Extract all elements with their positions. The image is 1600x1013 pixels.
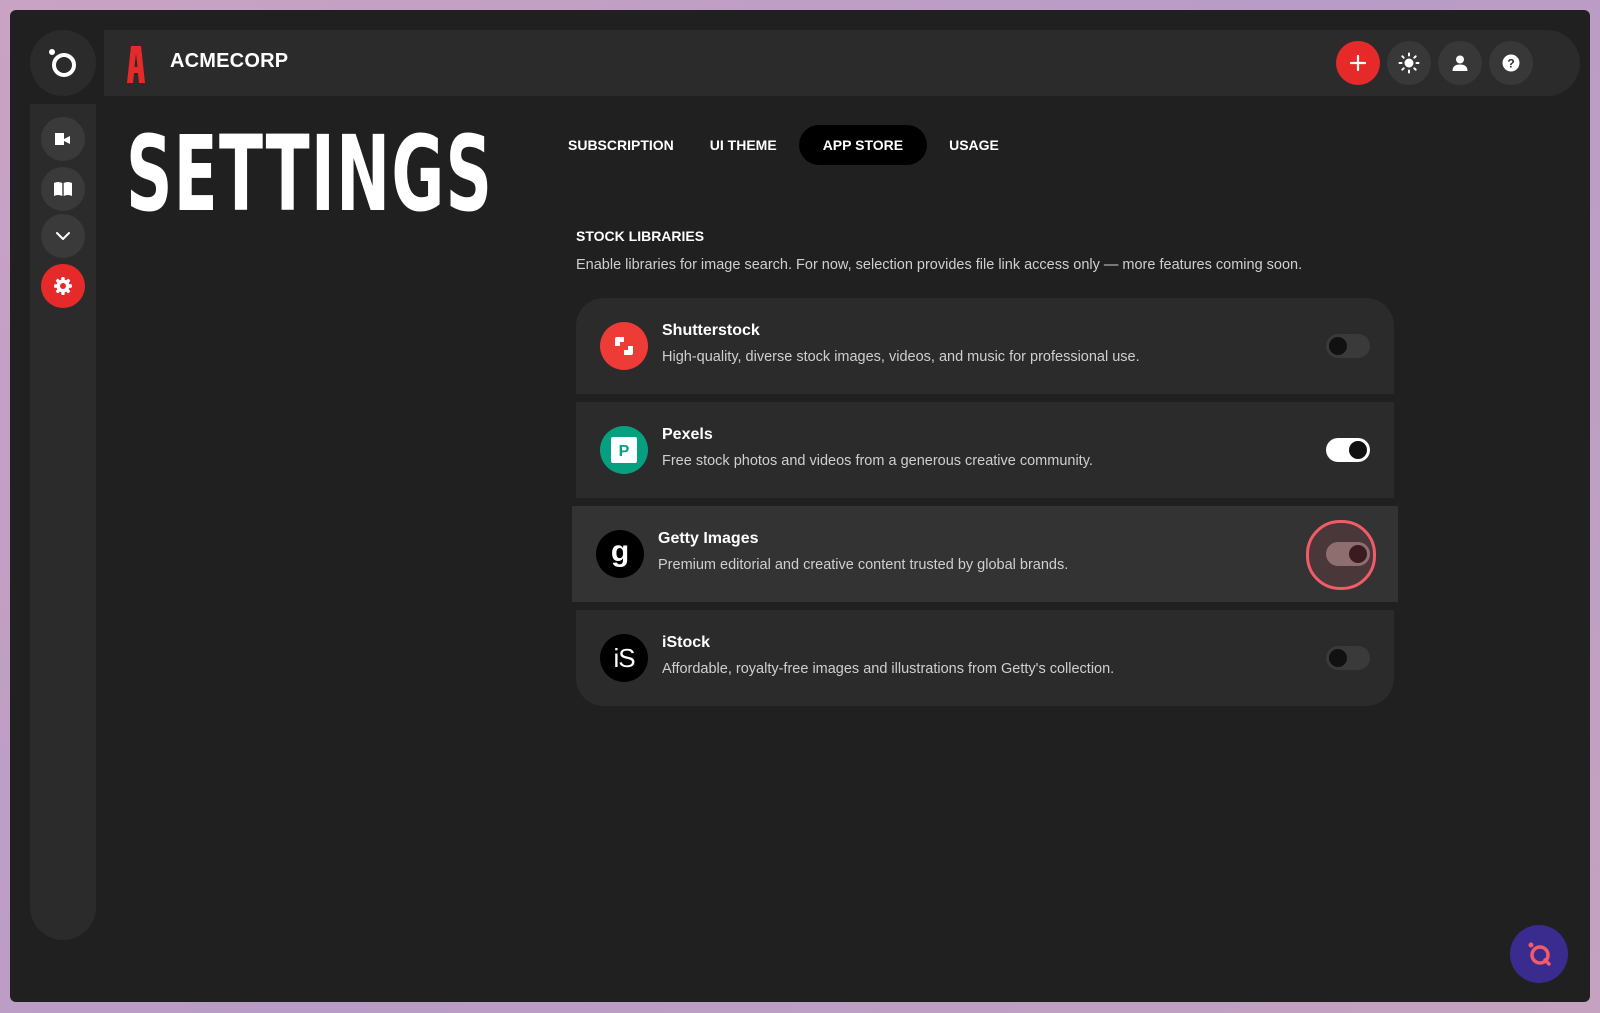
library-name: Getty Images <box>658 530 759 547</box>
pexels-toggle[interactable] <box>1326 438 1370 462</box>
library-card-istock: iS iStock Affordable, royalty-free image… <box>576 610 1394 706</box>
brand-name: ACMECORP <box>170 50 289 72</box>
top-bar: ACMECORP ? <box>104 30 1580 96</box>
theme-toggle-button[interactable] <box>1387 41 1431 85</box>
istock-toggle[interactable] <box>1326 646 1370 670</box>
toggle-knob <box>1349 441 1367 459</box>
chevron-down-icon <box>56 232 70 240</box>
add-button[interactable] <box>1336 41 1380 85</box>
getty-images-toggle[interactable] <box>1326 542 1370 566</box>
app-window: ACMECORP ? SETTINGS SUBSCRIPTION UI THEM… <box>10 10 1590 1002</box>
plus-icon <box>1349 54 1367 72</box>
library-description: Affordable, royalty-free images and illu… <box>662 661 1115 677</box>
toggle-knob <box>1349 545 1367 563</box>
library-card-shutterstock: Shutterstock High-quality, diverse stock… <box>576 298 1394 394</box>
assistant-button[interactable] <box>1510 925 1568 983</box>
tab-app-store[interactable]: APP STORE <box>798 125 928 165</box>
assistant-chat-icon <box>1528 942 1551 966</box>
shutterstock-logo-icon <box>600 322 648 370</box>
getty-logo-icon: g <box>596 530 644 578</box>
istock-logo-icon: iS <box>600 634 648 682</box>
tab-subscription[interactable]: SUBSCRIPTION <box>568 125 692 165</box>
help-button[interactable]: ? <box>1489 41 1533 85</box>
app-logo-icon <box>49 49 76 77</box>
library-name: Shutterstock <box>662 322 760 339</box>
pexels-logo-icon: P <box>600 426 648 474</box>
shutterstock-toggle[interactable] <box>1326 334 1370 358</box>
library-description: High-quality, diverse stock images, vide… <box>662 349 1140 365</box>
sidebar-item-more[interactable] <box>41 214 85 258</box>
library-name: iStock <box>662 634 711 651</box>
library-card-getty-images: g Getty Images Premium editorial and cre… <box>572 506 1398 602</box>
sidebar-item-library[interactable] <box>41 167 85 211</box>
brand-logo-icon <box>127 46 145 83</box>
section-title: STOCK LIBRARIES <box>576 228 705 244</box>
sidebar-item-settings[interactable] <box>41 264 85 308</box>
library-description: Premium editorial and creative content t… <box>658 557 1069 573</box>
gear-icon <box>54 277 72 295</box>
istock-letters: iS <box>613 643 635 673</box>
library-card-pexels: P Pexels Free stock photos and videos fr… <box>576 402 1394 498</box>
help-icon: ? <box>1502 54 1520 72</box>
library-description: Free stock photos and videos from a gene… <box>662 453 1093 469</box>
library-name: Pexels <box>662 426 713 443</box>
section-description: Enable libraries for image search. For n… <box>576 257 1303 273</box>
user-icon <box>1452 55 1468 71</box>
toggle-knob <box>1329 649 1347 667</box>
toggle-knob <box>1329 337 1347 355</box>
settings-tabs: SUBSCRIPTION UI THEME APP STORE USAGE <box>568 125 1017 165</box>
tab-ui-theme[interactable]: UI THEME <box>692 125 795 165</box>
sidebar <box>30 104 96 940</box>
profile-button[interactable] <box>1438 41 1482 85</box>
book-icon <box>54 182 72 196</box>
page-title: SETTINGS <box>126 113 494 235</box>
getty-letter: g <box>610 535 630 568</box>
app-logo[interactable] <box>30 30 96 96</box>
svg-text:P: P <box>619 443 630 460</box>
megaphone-icon <box>55 133 70 145</box>
tab-usage[interactable]: USAGE <box>931 125 1017 165</box>
svg-text:?: ? <box>1507 57 1514 71</box>
sun-icon <box>1398 52 1420 74</box>
sidebar-item-campaigns[interactable] <box>41 117 85 161</box>
